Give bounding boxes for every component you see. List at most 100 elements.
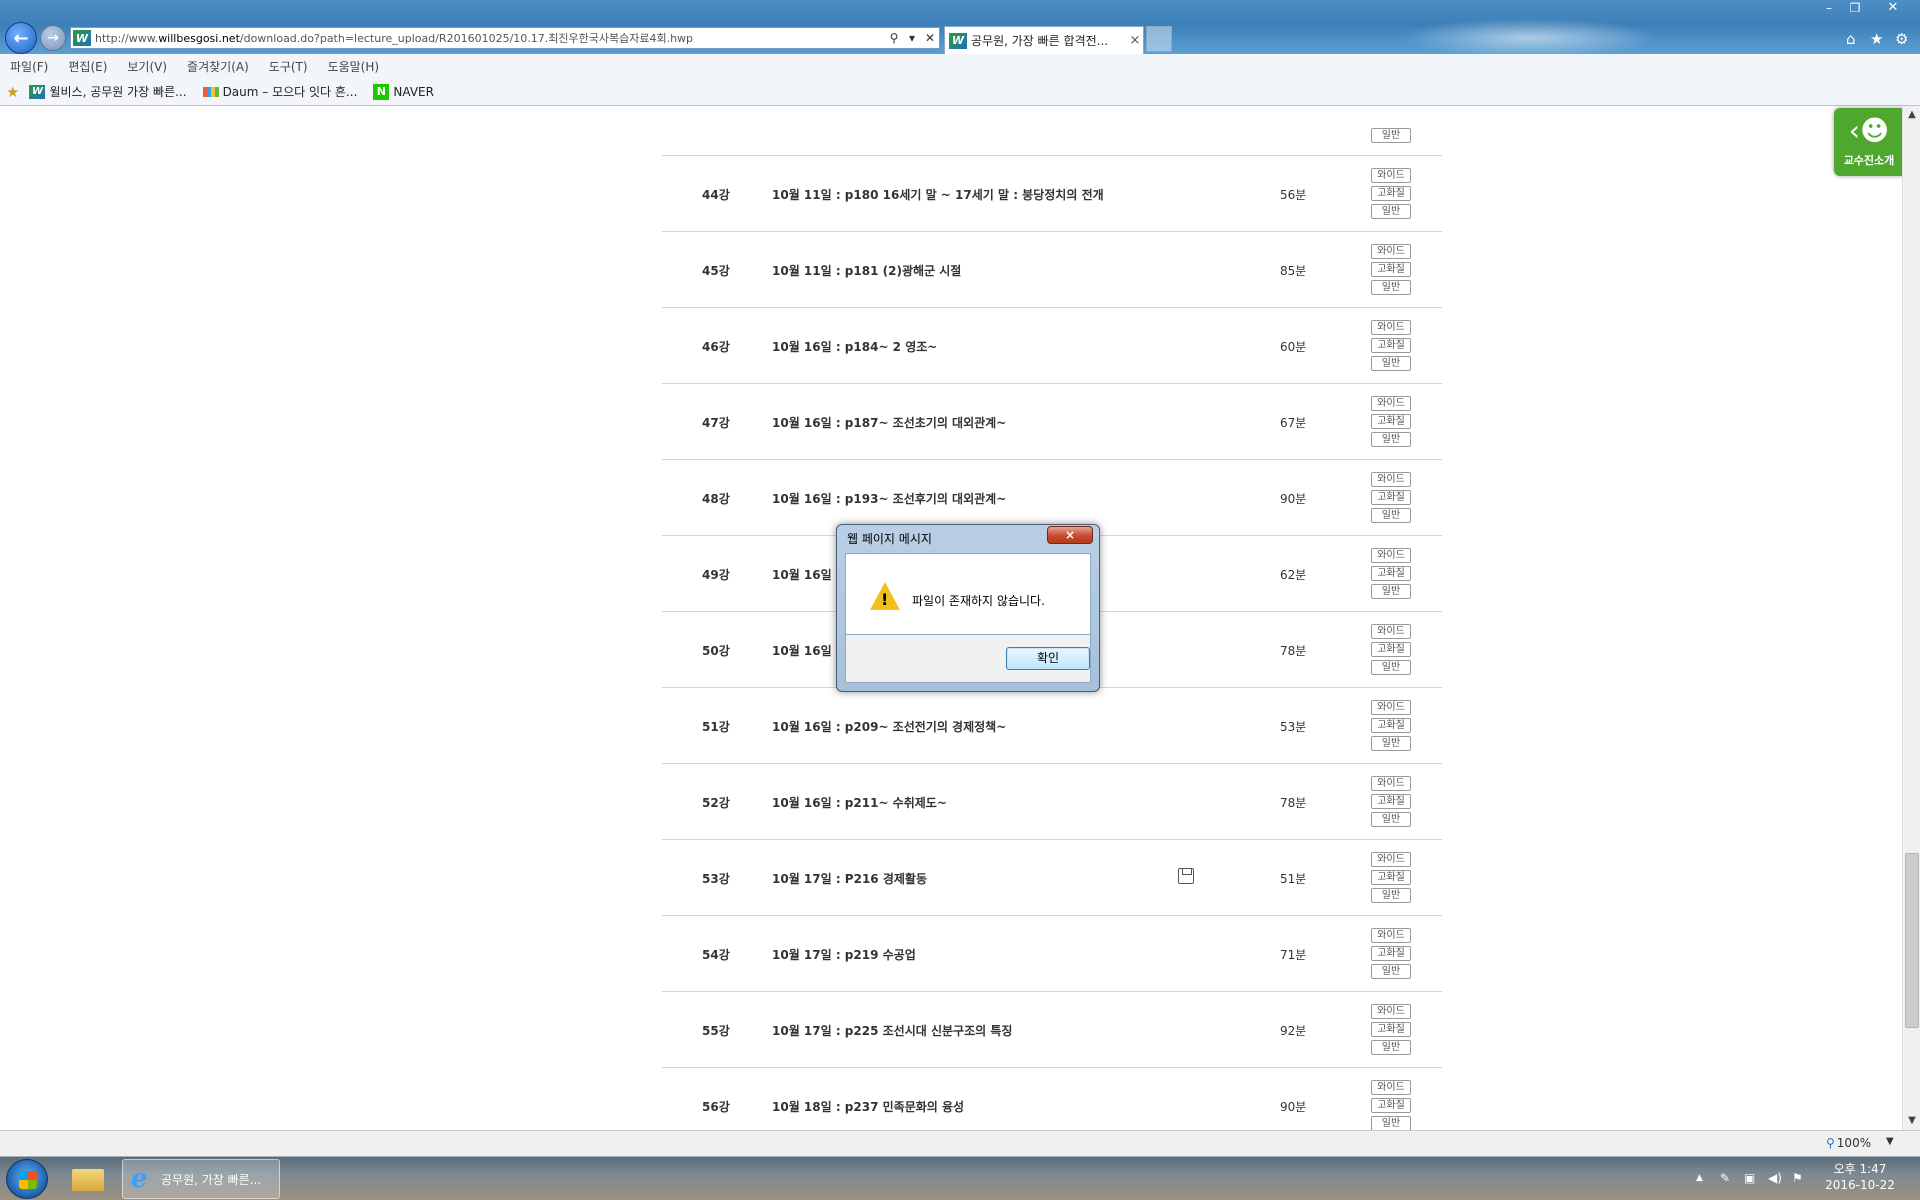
quality-hd-button[interactable]: 고화질 [1371, 870, 1411, 885]
lecture-title-link[interactable]: 10월 16일 : p211~ 수취제도~ [772, 794, 947, 811]
quality-wide-button[interactable]: 와이드 [1371, 168, 1411, 183]
quality-wide-button[interactable]: 와이드 [1371, 548, 1411, 563]
quality-normal-button[interactable]: 일반 [1371, 204, 1411, 219]
quality-hd-button[interactable]: 고화질 [1371, 490, 1411, 505]
ok-button[interactable]: 확인 [1006, 647, 1090, 670]
start-button[interactable] [6, 1159, 48, 1199]
quality-wide-button[interactable]: 와이드 [1371, 700, 1411, 715]
quality-hd-button[interactable]: 고화질 [1371, 718, 1411, 733]
lecture-title-link[interactable]: 10월 16일 : p209~ 조선전기의 경제정책~ [772, 718, 1006, 735]
quality-hd-button[interactable]: 고화질 [1371, 262, 1411, 277]
quality-wide-button[interactable]: 와이드 [1371, 852, 1411, 867]
dialog-close-button[interactable]: × [1047, 526, 1093, 544]
quality-normal-button[interactable]: 일반 [1371, 660, 1411, 675]
quality-normal-button[interactable]: 일반 [1371, 736, 1411, 751]
stop-icon[interactable]: ✕ [921, 31, 939, 45]
quality-hd-button[interactable]: 고화질 [1371, 338, 1411, 353]
pen-icon[interactable]: ✎ [1720, 1171, 1730, 1185]
quality-normal-button[interactable]: 일반 [1371, 888, 1411, 903]
quality-hd-button[interactable]: 고화질 [1371, 414, 1411, 429]
favorite-naver[interactable]: N NAVER [373, 83, 434, 100]
quality-normal-button[interactable]: 일반 [1371, 964, 1411, 979]
quality-wide-button[interactable]: 와이드 [1371, 472, 1411, 487]
new-tab-button[interactable] [1146, 26, 1172, 52]
vertical-scrollbar[interactable]: ▲ ▼ [1902, 106, 1920, 1130]
quality-hd-button[interactable]: 고화질 [1371, 642, 1411, 657]
quality-wide-button[interactable]: 와이드 [1371, 1004, 1411, 1019]
favorite-daum[interactable]: Daum – 모으다 잇다 흔... [202, 83, 357, 100]
tab-close-icon[interactable]: × [1127, 33, 1143, 48]
zoom-dropdown-icon[interactable]: ▼ [1886, 1136, 1894, 1147]
favorites-star-icon[interactable]: ★ [1870, 30, 1883, 48]
address-bar[interactable]: W http://www.willbesgosi.net/download.do… [70, 27, 940, 49]
scroll-down-icon[interactable]: ▼ [1903, 1112, 1920, 1130]
quality-hd-button[interactable]: 고화질 [1371, 186, 1411, 201]
quality-wide-button[interactable]: 와이드 [1371, 776, 1411, 791]
network-icon[interactable]: ▣ [1744, 1171, 1755, 1185]
search-icon[interactable]: ⚲ [885, 31, 903, 45]
quality-normal-button[interactable]: 일반 [1371, 1040, 1411, 1055]
quality-normal-button[interactable]: 일반 [1371, 432, 1411, 447]
url-text[interactable]: http://www.willbesgosi.net/download.do?p… [95, 30, 885, 46]
minimize-button[interactable]: – [1816, 0, 1842, 16]
show-hidden-icons-icon[interactable]: ▲ [1696, 1173, 1703, 1183]
menu-favorites[interactable]: 즐겨찾기(A) [187, 58, 249, 75]
home-icon[interactable]: ⌂ [1846, 30, 1856, 48]
quality-normal-button[interactable]: 일반 [1371, 356, 1411, 371]
lecture-title-link[interactable]: 10월 18일 : p237 민족문화의 융성 [772, 1098, 964, 1115]
clock[interactable]: 오후 1:47 2016-10-22 [1820, 1161, 1900, 1193]
window-close-button[interactable]: ✕ [1868, 0, 1918, 16]
scroll-thumb[interactable] [1905, 853, 1919, 1028]
lecture-title-link[interactable]: 10월 16일 : p184~ 2 영조~ [772, 338, 937, 355]
lecture-number: 52강 [702, 796, 730, 810]
file-explorer-button[interactable] [62, 1161, 114, 1199]
lecture-row: 56강 10월 18일 : p237 민족문화의 융성 90분 와이드 고화질 일반 [662, 1068, 1442, 1130]
scroll-up-icon[interactable]: ▲ [1903, 106, 1920, 124]
lecture-title-link[interactable]: 10월 17일 : p219 수공업 [772, 946, 916, 963]
lecture-title-link[interactable]: 10월 11일 : p180 16세기 말 ~ 17세기 말 : 붕당정치의 전… [772, 186, 1104, 203]
quality-hd-button[interactable]: 고화질 [1371, 794, 1411, 809]
lecture-title-link[interactable]: 10월 17일 : p225 조선시대 신분구조의 특징 [772, 1022, 1012, 1039]
lecture-title-link[interactable]: 10월 16일 [772, 642, 832, 659]
lecture-title-link[interactable]: 10월 16일 : p187~ 조선초기의 대외관계~ [772, 414, 1006, 431]
restore-button[interactable]: ❐ [1842, 0, 1868, 16]
ie-taskbar-button[interactable]: e 공무원, 가장 빠른... [122, 1159, 280, 1199]
quality-normal-button[interactable]: 일반 [1371, 128, 1411, 143]
tab-active[interactable]: W 공무원, 가장 빠른 합격전... × [944, 26, 1144, 54]
quality-hd-button[interactable]: 고화질 [1371, 1022, 1411, 1037]
quality-wide-button[interactable]: 와이드 [1371, 928, 1411, 943]
volume-icon[interactable]: ◀) [1768, 1171, 1782, 1185]
quality-wide-button[interactable]: 와이드 [1371, 1080, 1411, 1095]
lecture-title-link[interactable]: 10월 17일 : P216 경제활동 [772, 870, 927, 887]
quality-hd-button[interactable]: 고화질 [1371, 1098, 1411, 1113]
menu-tools[interactable]: 도구(T) [269, 58, 308, 75]
quality-wide-button[interactable]: 와이드 [1371, 320, 1411, 335]
chevron-down-icon[interactable]: ▾ [903, 31, 921, 45]
quality-normal-button[interactable]: 일반 [1371, 508, 1411, 523]
download-icon[interactable] [1178, 868, 1194, 884]
zoom-level[interactable]: ⚲ 100% [1826, 1136, 1871, 1150]
quality-normal-button[interactable]: 일반 [1371, 812, 1411, 827]
quality-normal-button[interactable]: 일반 [1371, 584, 1411, 599]
menu-view[interactable]: 보기(V) [127, 58, 167, 75]
back-button[interactable]: ← [5, 22, 37, 54]
forward-button[interactable]: → [40, 25, 66, 51]
favorite-willbes[interactable]: W 윌비스, 공무원 가장 빠른... [27, 83, 187, 100]
menu-help[interactable]: 도움말(H) [328, 58, 380, 75]
quality-wide-button[interactable]: 와이드 [1371, 624, 1411, 639]
quality-normal-button[interactable]: 일반 [1371, 280, 1411, 295]
menu-edit[interactable]: 편집(E) [68, 58, 107, 75]
quality-hd-button[interactable]: 고화질 [1371, 566, 1411, 581]
professor-intro-button[interactable]: ‹☻ 교수진소개 [1834, 108, 1904, 176]
quality-hd-button[interactable]: 고화질 [1371, 946, 1411, 961]
quality-wide-button[interactable]: 와이드 [1371, 244, 1411, 259]
action-center-flag-icon[interactable]: ⚑ [1792, 1171, 1803, 1185]
add-favorite-star-icon[interactable]: ★ [6, 83, 19, 101]
lecture-title-link[interactable]: 10월 11일 : p181 (2)광해군 시절 [772, 262, 961, 279]
menu-file[interactable]: 파일(F) [10, 58, 48, 75]
gear-icon[interactable]: ⚙ [1895, 30, 1908, 48]
lecture-title-link[interactable]: 10월 16일 : p193~ 조선후기의 대외관계~ [772, 490, 1006, 507]
quality-wide-button[interactable]: 와이드 [1371, 396, 1411, 411]
quality-normal-button[interactable]: 일반 [1371, 1116, 1411, 1130]
lecture-title-link[interactable]: 10월 16일 [772, 566, 832, 583]
